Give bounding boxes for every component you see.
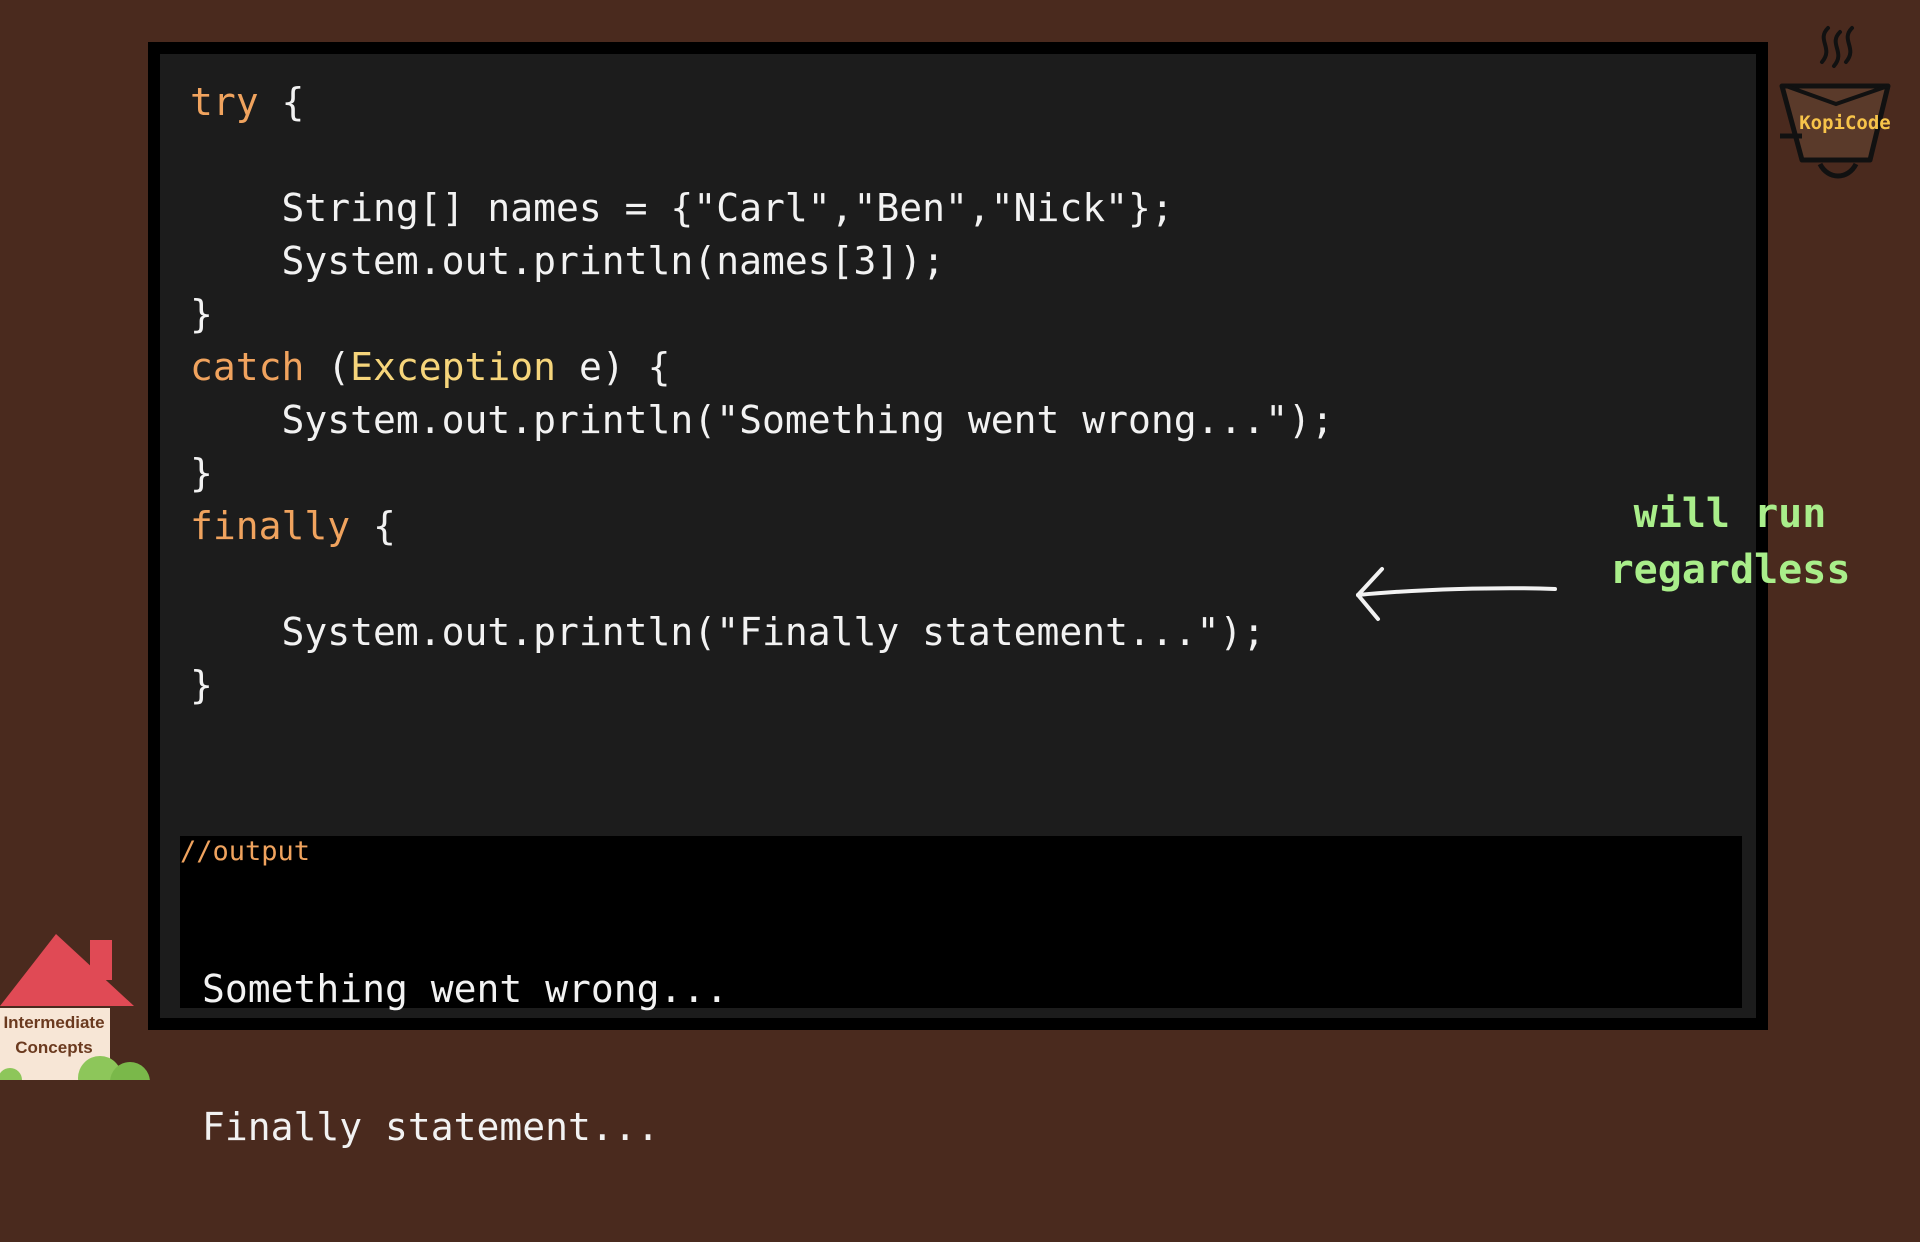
code-token: } [190, 663, 213, 707]
badge-label: Intermediate Concepts [0, 1010, 108, 1060]
code-editor: try { String[] names = {"Carl","Ben","Ni… [160, 54, 1850, 1149]
code-token: try [190, 80, 259, 124]
badge-line-2: Concepts [15, 1038, 93, 1057]
code-token: System.out.println(names[3]); [190, 239, 945, 283]
code-token: { [258, 80, 305, 124]
annotation-text: will run regardless [1560, 486, 1900, 598]
code-line: String[] names = {"Carl","Ben","Nick"}; [190, 182, 1334, 235]
code-line: catch (Exception e) { [190, 341, 1334, 394]
output-line-1: Something went wrong... [202, 967, 729, 1011]
output-line-2: Finally statement... [202, 1105, 660, 1149]
code-line: try { [190, 76, 1334, 129]
code-token: e) { [556, 345, 671, 389]
code-line: finally { [190, 500, 1334, 553]
logo-text: KopiCode [1799, 112, 1891, 134]
code-token: } [190, 451, 213, 495]
output-lines: Something went wrong... Finally statemen… [202, 874, 728, 1242]
badge-line-1: Intermediate [3, 1013, 105, 1032]
editor-frame: try { String[] names = {"Carl","Ben","Ni… [148, 42, 1850, 1149]
code-block: try { String[] names = {"Carl","Ben","Ni… [190, 76, 1334, 712]
code-token: finally [190, 504, 351, 548]
code-token: System.out.println("Finally statement...… [190, 610, 1266, 654]
output-panel: //output Something went wrong... Finally… [180, 836, 1742, 1149]
code-token: String[] names = {"Carl","Ben","Nick"}; [190, 186, 1174, 230]
output-comment: //output [180, 836, 311, 867]
code-token: System.out.println("Something went wrong… [190, 398, 1334, 442]
code-token: catch [190, 345, 305, 389]
left-arrow-icon [1356, 567, 1557, 621]
code-line: System.out.println(names[3]); [190, 235, 1334, 288]
code-token: } [190, 292, 213, 336]
code-token: ( [304, 345, 351, 389]
code-line: } [190, 288, 1334, 341]
code-token: Exception [350, 345, 557, 389]
code-line: } [190, 447, 1334, 500]
code-token: { [350, 504, 396, 548]
code-line: } [190, 659, 1334, 712]
coffee-cup-icon [1779, 26, 1891, 179]
annotation-line-1: will run [1633, 491, 1827, 537]
kopicode-logo: KopiCode [1776, 24, 1900, 184]
code-line: System.out.println("Finally statement...… [190, 606, 1334, 659]
code-line: System.out.println("Something went wrong… [190, 394, 1334, 447]
annotation-line-2: regardless [1609, 547, 1851, 593]
